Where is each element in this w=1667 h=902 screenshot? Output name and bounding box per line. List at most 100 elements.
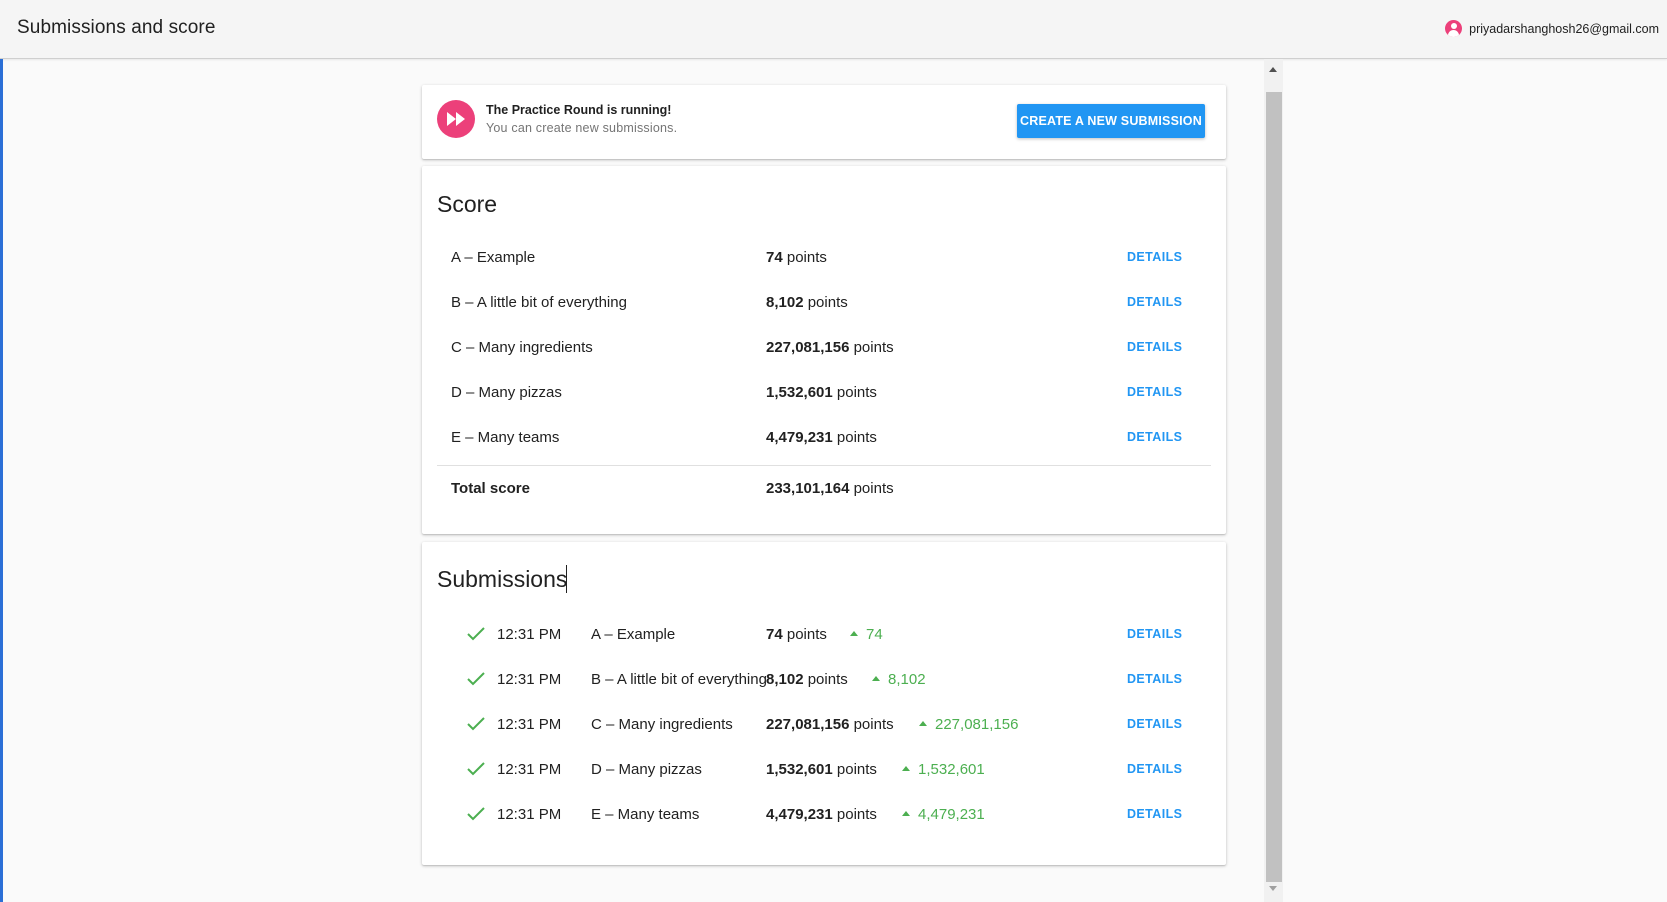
details-link[interactable]: DETAILS (1127, 762, 1182, 776)
points-unit: points (853, 339, 894, 356)
scroll-thumb[interactable] (1266, 92, 1282, 882)
points-value: 74 points (766, 249, 827, 266)
check-icon (467, 627, 485, 641)
account-email: priyadarshanghosh26@gmail.com (1469, 21, 1659, 36)
scroll-down-arrow-icon[interactable] (1269, 886, 1277, 891)
submission-row: 12:31 PM B – A little bit of everything … (422, 658, 1226, 703)
score-card: Score A – Example 74 points DETAILS B – … (422, 166, 1226, 534)
details-link[interactable]: DETAILS (1127, 717, 1182, 731)
score-title: Score (437, 191, 498, 217)
score-delta: 227,081,156 (919, 716, 1018, 733)
details-link[interactable]: DETAILS (1127, 340, 1182, 354)
points-unit: points (786, 249, 827, 266)
points-value: 8,102 points (766, 671, 848, 688)
fast-forward-icon (437, 100, 475, 138)
points-value: 227,081,156 points (766, 716, 894, 733)
details-link[interactable]: DETAILS (1127, 672, 1182, 686)
points-value: 1,532,601 points (766, 761, 877, 778)
points-unit: points (807, 294, 848, 311)
points-value: 4,479,231 points (766, 429, 877, 446)
delta-value: 8,102 (888, 671, 926, 688)
score-row: B – A little bit of everything 8,102 poi… (422, 281, 1226, 326)
submission-row: 12:31 PM D – Many pizzas 1,532,601 point… (422, 748, 1226, 793)
round-status-title: The Practice Round is running! (486, 103, 672, 117)
submission-time: 12:31 PM (497, 671, 562, 688)
dataset-name: A – Example (451, 249, 536, 266)
create-new-submission-button[interactable]: CREATE A NEW SUBMISSION (1017, 104, 1205, 138)
points-number: 8,102 (766, 294, 804, 311)
dataset-name: E – Many teams (451, 429, 560, 446)
delta-value: 227,081,156 (935, 716, 1019, 733)
details-link[interactable]: DETAILS (1127, 807, 1182, 821)
dataset-name: C – Many ingredients (451, 339, 593, 356)
dataset-name: B – A little bit of everything (451, 294, 627, 311)
arrow-up-icon (902, 766, 910, 771)
dataset-name: E – Many teams (591, 806, 700, 823)
dataset-name: C – Many ingredients (591, 716, 733, 733)
submission-row: 12:31 PM C – Many ingredients 227,081,15… (422, 703, 1226, 748)
score-row: D – Many pizzas 1,532,601 points DETAILS (422, 371, 1226, 416)
points-unit: points (836, 761, 877, 778)
score-delta: 74 (850, 626, 883, 643)
dataset-name: D – Many pizzas (451, 384, 562, 401)
total-score-row: Total score 233,101,164 points (422, 466, 1226, 511)
points-number: 1,532,601 (766, 761, 833, 778)
score-delta: 1,532,601 (902, 761, 985, 778)
vertical-scrollbar[interactable] (1264, 59, 1283, 902)
points-value: 8,102 points (766, 294, 848, 311)
dataset-name: D – Many pizzas (591, 761, 702, 778)
score-row: E – Many teams 4,479,231 points DETAILS (422, 416, 1226, 461)
details-link[interactable]: DETAILS (1127, 250, 1182, 264)
score-row: C – Many ingredients 227,081,156 points … (422, 326, 1226, 371)
details-link[interactable]: DETAILS (1127, 295, 1182, 309)
points-unit: points (836, 429, 877, 446)
points-value: 4,479,231 points (766, 806, 877, 823)
points-number: 4,479,231 (766, 806, 833, 823)
total-score-label: Total score (451, 480, 530, 497)
points-value: 1,532,601 points (766, 384, 877, 401)
points-number: 4,479,231 (766, 429, 833, 446)
points-unit: points (786, 626, 827, 643)
top-app-bar: Submissions and score priyadarshanghosh2… (0, 0, 1667, 59)
points-number: 74 (766, 626, 783, 643)
points-value: 74 points (766, 626, 827, 643)
check-icon (467, 762, 485, 776)
delta-value: 4,479,231 (918, 806, 985, 823)
details-link[interactable]: DETAILS (1127, 385, 1182, 399)
dataset-name: A – Example (591, 626, 676, 643)
submissions-card: Submissions 12:31 PM A – Example 74 poin… (422, 542, 1226, 865)
submission-time: 12:31 PM (497, 716, 562, 733)
points-number: 227,081,156 (766, 339, 850, 356)
check-icon (467, 717, 485, 731)
scroll-up-arrow-icon[interactable] (1269, 67, 1277, 72)
points-unit: points (853, 716, 894, 733)
delta-value: 1,532,601 (918, 761, 985, 778)
round-status-card: The Practice Round is running! You can c… (422, 85, 1226, 159)
points-unit: points (807, 671, 848, 688)
points-unit: points (853, 480, 894, 497)
submission-time: 12:31 PM (497, 806, 562, 823)
round-status-subtitle: You can create new submissions. (486, 121, 678, 135)
total-score-value: 233,101,164 points (766, 480, 894, 497)
check-icon (467, 672, 485, 686)
arrow-up-icon (850, 631, 858, 636)
score-delta: 4,479,231 (902, 806, 985, 823)
submission-time: 12:31 PM (497, 761, 562, 778)
check-icon (467, 807, 485, 821)
text-cursor (566, 565, 567, 593)
points-number: 74 (766, 249, 783, 266)
delta-value: 74 (866, 626, 883, 643)
details-link[interactable]: DETAILS (1127, 627, 1182, 641)
submission-row: 12:31 PM A – Example 74 points 74 DETAIL… (422, 613, 1226, 658)
points-number: 1,532,601 (766, 384, 833, 401)
arrow-up-icon (872, 676, 880, 681)
details-link[interactable]: DETAILS (1127, 430, 1182, 444)
points-value: 227,081,156 points (766, 339, 894, 356)
points-unit: points (836, 384, 877, 401)
points-number: 8,102 (766, 671, 804, 688)
total-points-number: 233,101,164 (766, 480, 850, 497)
account-menu[interactable]: priyadarshanghosh26@gmail.com (1445, 20, 1659, 37)
points-number: 227,081,156 (766, 716, 850, 733)
score-row: A – Example 74 points DETAILS (422, 236, 1226, 281)
left-edge-accent (0, 59, 3, 902)
